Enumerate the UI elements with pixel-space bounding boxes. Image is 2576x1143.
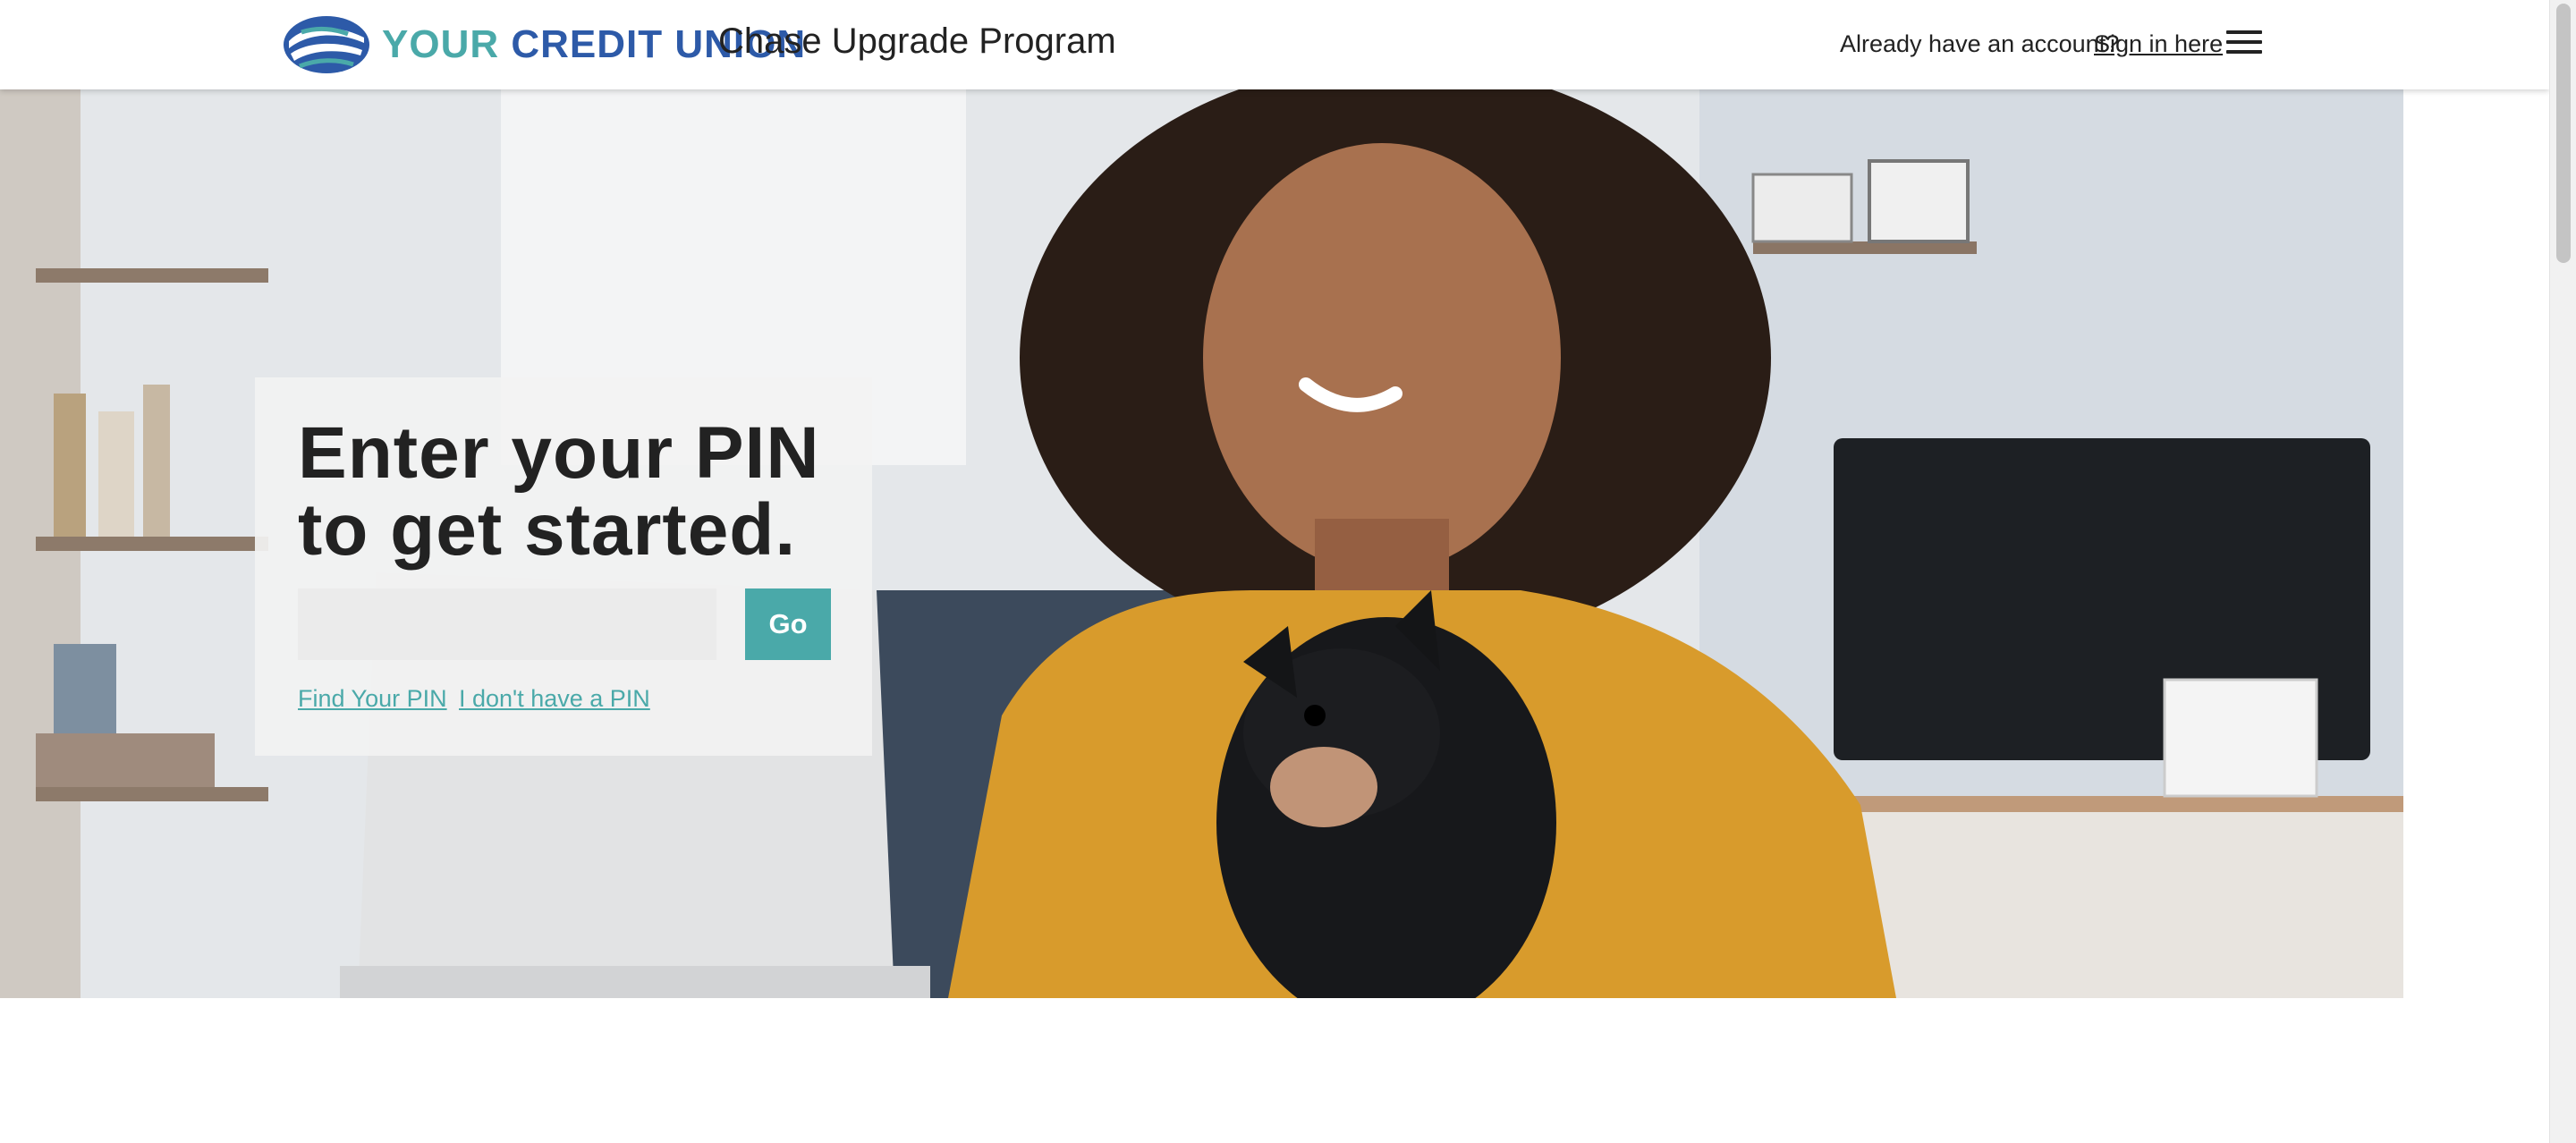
logo-prefix: YOUR [382,22,500,66]
page-scrollbar[interactable] [2549,0,2576,1143]
go-button[interactable]: Go [745,588,831,660]
pin-input[interactable] [298,588,716,660]
handshake-logo-icon [284,16,369,73]
pin-entry-card: Enter your PIN to get started. Go Find Yo… [255,377,872,756]
pin-heading-text: Enter your PIN to get started. [298,412,820,571]
hero-section: Enter your PIN to get started. Go Find Yo… [0,89,2403,998]
program-title: Chase Upgrade Program [718,21,1116,61]
sign-in-link[interactable]: Sign in here [2094,30,2223,58]
no-pin-link[interactable]: I don't have a PIN [459,685,650,713]
find-pin-link[interactable]: Find Your PIN [298,685,447,713]
account-prompt: Already have an account? [1840,30,2120,57]
hamburger-menu-icon[interactable] [2226,29,2262,55]
scrollbar-thumb[interactable] [2556,4,2571,263]
site-header: YOUR CREDIT UNION Chase Upgrade Program … [0,0,2549,89]
pin-heading: Enter your PIN to get started. [298,415,820,569]
